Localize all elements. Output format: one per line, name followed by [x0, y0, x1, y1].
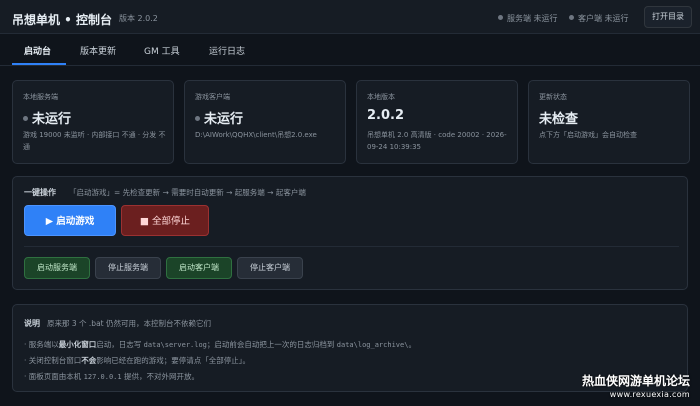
- start-client-button[interactable]: 启动客户端: [166, 257, 232, 279]
- note-line: · 关闭控制台窗口不会影响已经在跑的游戏；要停请点「全部停止」。: [24, 356, 251, 365]
- card-local-version: 本地版本 2.0.2 吊想单机 2.0 高清版 · code 20002 · 2…: [356, 80, 518, 164]
- watermark-text: 热血侠网游单机论坛: [581, 374, 690, 388]
- card-desc: 点下方「启动游戏」会自动检查: [539, 131, 637, 139]
- divider: [24, 246, 679, 247]
- app-version: 版本 2.0.2: [119, 14, 158, 23]
- app-header: 吊想单机 • 控制台 版本 2.0.2 服务端 未运行 客户端 未运行 打开目录: [0, 0, 700, 34]
- card-value: 2.0.2: [367, 108, 405, 123]
- note-line: · 面板页面由本机 127.0.0.1 提供，不对外网开放。: [24, 372, 199, 381]
- card-label: 本地服务端: [23, 93, 58, 101]
- tab-run-log[interactable]: 运行日志: [209, 44, 245, 57]
- card-label: 更新状态: [539, 93, 567, 101]
- stop-client-button[interactable]: 停止客户端: [237, 257, 303, 279]
- tab-launch[interactable]: 启动台: [24, 44, 51, 57]
- note-line: · 服务端以最小化窗口启动，日志写 data\server.log；启动前会自动…: [24, 340, 416, 349]
- card-desc: 吊想单机 2.0 高清版 · code 20002 · 2026-09-24 1…: [367, 131, 507, 151]
- card-value: 未运行: [23, 108, 71, 127]
- tab-bar: 启动台 版本更新 GM 工具 运行日志: [0, 34, 700, 66]
- launch-panel-title: 一键操作: [24, 188, 56, 197]
- card-local-server: 本地服务端 未运行 游戏 19000 未监听 · 内部接口 不通 · 分发 不通: [12, 80, 174, 164]
- status-dot-icon: [569, 15, 574, 20]
- start-game-button[interactable]: ▶ 启动游戏: [24, 205, 116, 236]
- watermark-url: www.rexuexia.com: [609, 390, 690, 399]
- card-value: 未运行: [195, 108, 243, 127]
- card-desc: D:\AIWork\QQHX\client\吊想2.0.exe: [195, 131, 317, 139]
- card-desc: 游戏 19000 未监听 · 内部接口 不通 · 分发 不通: [23, 131, 166, 151]
- notes-subtitle: 原来那 3 个 .bat 仍然可用，本控制台不依赖它们: [47, 319, 211, 328]
- status-dot-icon: [23, 116, 28, 121]
- app-title: 吊想单机 • 控制台: [12, 13, 113, 27]
- card-label: 游戏客户端: [195, 93, 230, 101]
- start-server-button[interactable]: 启动服务端: [24, 257, 90, 279]
- active-tab-indicator: [12, 63, 66, 65]
- stop-all-button[interactable]: ■ 全部停止: [121, 205, 209, 236]
- status-dot-icon: [498, 15, 503, 20]
- card-label: 本地版本: [367, 93, 395, 101]
- stop-server-button[interactable]: 停止服务端: [95, 257, 161, 279]
- watermark: 热血侠网游单机论坛 www.rexuexia.com: [568, 369, 700, 406]
- launch-panel-subtitle: 「启动游戏」= 先检查更新 → 需要时自动更新 → 起服务端 → 起客户端: [69, 188, 306, 197]
- card-value: 未检查: [539, 112, 579, 127]
- card-update-status: 更新状态 未检查 点下方「启动游戏」会自动检查: [528, 80, 690, 164]
- tab-version-update[interactable]: 版本更新: [80, 44, 116, 57]
- notes-title: 说明: [24, 319, 40, 328]
- tab-gm-tools[interactable]: GM 工具: [144, 44, 180, 57]
- status-dot-icon: [195, 116, 200, 121]
- server-status-indicator: 服务端 未运行: [498, 13, 558, 24]
- open-directory-button[interactable]: 打开目录: [644, 6, 692, 28]
- client-status-indicator: 客户端 未运行: [569, 13, 629, 24]
- card-game-client: 游戏客户端 未运行 D:\AIWork\QQHX\client\吊想2.0.ex…: [184, 80, 346, 164]
